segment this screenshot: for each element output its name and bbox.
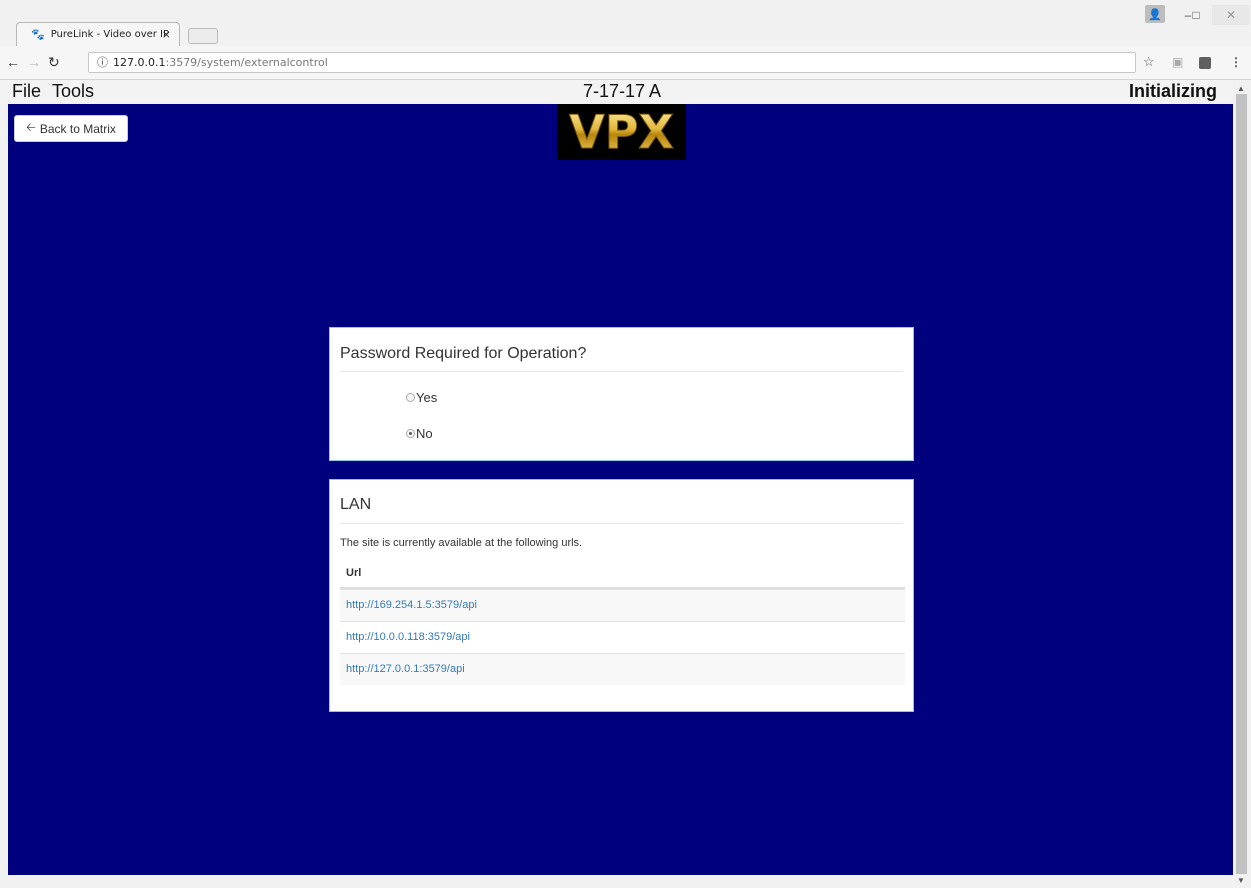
- browser-toolbar: ← → ↻ ⓘ 127.0.0.1:3579/system/externalcon…: [0, 46, 1251, 80]
- url-link[interactable]: http://127.0.0.1:3579/api: [340, 653, 905, 685]
- password-panel: Password Required for Operation? Yes No: [329, 327, 914, 461]
- reload-icon[interactable]: ↻: [48, 54, 60, 71]
- user-profile-icon[interactable]: 👤: [1145, 5, 1165, 23]
- lan-panel: LAN The site is currently available at t…: [329, 479, 914, 712]
- cast-icon[interactable]: ▣: [1172, 55, 1183, 69]
- arrow-left-icon: 🡠: [26, 120, 36, 134]
- firmware-version: 7-17-17 A: [583, 81, 662, 101]
- url-table: Url http://169.254.1.5:3579/api http://1…: [340, 558, 905, 685]
- browser-tab-title: PureLink - Video over IP: [50, 29, 170, 40]
- scroll-down-icon[interactable]: ▼: [1237, 876, 1245, 885]
- bookmark-star-icon[interactable]: ☆: [1143, 54, 1155, 70]
- password-yes-option[interactable]: Yes: [406, 390, 437, 405]
- status-text: Initializing: [1129, 81, 1217, 101]
- password-no-option[interactable]: No: [406, 426, 433, 441]
- lan-panel-title: LAN: [340, 480, 903, 524]
- page-scrollbar[interactable]: ▲ ▼: [1233, 80, 1251, 888]
- page-bottom-edge: [0, 875, 1233, 888]
- url-column-header: Url: [340, 558, 905, 589]
- radio-unchecked-icon[interactable]: [406, 393, 415, 402]
- back-to-matrix-label: Back to Matrix: [39, 121, 116, 136]
- page-content: 🡠 Back to Matrix VPX Password Required f…: [8, 104, 1233, 875]
- password-no-label: No: [416, 426, 433, 441]
- scroll-thumb[interactable]: [1236, 94, 1247, 874]
- back-to-matrix-button[interactable]: 🡠 Back to Matrix: [14, 115, 128, 142]
- menu-tools[interactable]: Tools: [52, 81, 94, 102]
- vpx-logo-graphic: VPX: [569, 108, 675, 156]
- url-path: :3579/system/externalcontrol: [165, 56, 328, 69]
- window-close-icon[interactable]: ✕: [1212, 5, 1250, 25]
- lan-description: The site is currently available at the f…: [340, 537, 583, 549]
- vpx-logo: VPX: [557, 104, 686, 160]
- site-info-icon[interactable]: ⓘ: [97, 56, 108, 69]
- new-tab-button[interactable]: [188, 28, 218, 44]
- browser-tabstrip: 🐾 PureLink - Video over IP × 👤 – □ ✕: [0, 0, 1251, 46]
- forward-arrow-icon[interactable]: →: [27, 54, 41, 70]
- password-yes-label: Yes: [416, 390, 438, 405]
- browser-tab[interactable]: 🐾 PureLink - Video over IP ×: [16, 22, 180, 46]
- address-bar[interactable]: ⓘ 127.0.0.1:3579/system/externalcontrol: [88, 52, 1136, 73]
- window-maximize-icon[interactable]: □: [1186, 5, 1206, 25]
- back-arrow-icon[interactable]: ←: [6, 54, 20, 70]
- menu-file[interactable]: File: [12, 81, 41, 102]
- password-panel-title: Password Required for Operation?: [340, 328, 903, 372]
- tab-close-icon[interactable]: ×: [162, 28, 171, 41]
- app-menubar: File Tools 7-17-17 A Initializing: [0, 80, 1233, 104]
- extension-icon[interactable]: [1199, 57, 1211, 69]
- url-host: 127.0.0.1: [113, 56, 166, 69]
- radio-checked-icon[interactable]: [406, 429, 415, 438]
- browser-menu-icon[interactable]: ⋮: [1230, 55, 1242, 69]
- scroll-up-icon[interactable]: ▲: [1237, 84, 1245, 93]
- vpx-logo-text: VPX: [569, 108, 674, 156]
- purelink-favicon-icon: 🐾: [31, 28, 45, 41]
- url-link[interactable]: http://10.0.0.118:3579/api: [340, 621, 905, 653]
- url-link[interactable]: http://169.254.1.5:3579/api: [340, 589, 905, 621]
